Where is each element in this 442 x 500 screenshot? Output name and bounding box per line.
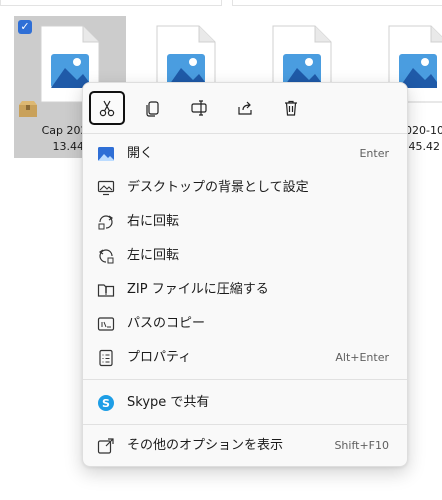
- menu-item-label: その他のオプションを表示: [127, 438, 284, 453]
- rename-icon: [191, 100, 207, 116]
- menu-item-label: プロパティ: [127, 350, 192, 365]
- package-overlay-icon: [19, 101, 37, 117]
- menu-item-copy-path[interactable]: パスのコピー: [89, 309, 401, 339]
- rotate-left-icon: [98, 249, 114, 264]
- image-file-icon: [98, 147, 114, 161]
- menu-item-label: パスのコピー: [127, 316, 206, 331]
- menu-item-compress-zip[interactable]: ZIP ファイルに圧縮する: [89, 275, 401, 305]
- menu-item-accelerator: Enter: [359, 147, 389, 160]
- copy-path-icon: [97, 317, 115, 331]
- copy-icon: [146, 101, 159, 117]
- menu-item-label: ZIP ファイルに圧縮する: [127, 282, 269, 297]
- share-button[interactable]: [227, 91, 263, 125]
- menu-item-open[interactable]: 開く Enter: [89, 139, 401, 169]
- context-menu-toolbar: [89, 91, 401, 129]
- desktop-background-icon: [97, 180, 115, 196]
- share-icon: [238, 101, 252, 115]
- menu-item-label: 左に回転: [127, 248, 180, 263]
- menu-separator: [83, 379, 407, 380]
- skype-icon: S: [98, 395, 114, 411]
- menu-separator: [83, 424, 407, 425]
- cut-button[interactable]: [89, 91, 125, 125]
- previous-row-item: [232, 0, 442, 6]
- menu-item-label: デスクトップの背景として設定: [127, 180, 309, 195]
- menu-separator: [83, 133, 407, 134]
- menu-item-more-options[interactable]: その他のオプションを表示 Shift+F10: [89, 431, 401, 461]
- menu-item-label: 開く: [127, 146, 154, 161]
- rename-button[interactable]: [181, 91, 217, 125]
- scissors-icon: [99, 100, 115, 117]
- checkbox-checked-icon[interactable]: ✓: [18, 20, 32, 34]
- menu-item-rotate-right[interactable]: 右に回転: [89, 207, 401, 237]
- trash-icon: [285, 100, 297, 116]
- rotate-right-icon: [98, 215, 114, 230]
- properties-icon: [99, 349, 113, 367]
- previous-row-strip: [0, 0, 442, 6]
- menu-item-properties[interactable]: プロパティ Alt+Enter: [89, 343, 401, 373]
- previous-row-item: [0, 0, 222, 6]
- menu-item-label: 右に回転: [127, 214, 180, 229]
- menu-item-set-desktop-background[interactable]: デスクトップの背景として設定: [89, 173, 401, 203]
- menu-item-rotate-left[interactable]: 左に回転: [89, 241, 401, 271]
- menu-item-accelerator: Alt+Enter: [335, 351, 389, 364]
- menu-item-share-skype[interactable]: S Skype で共有: [89, 388, 401, 418]
- more-options-icon: [97, 438, 114, 454]
- delete-button[interactable]: [273, 91, 309, 125]
- svg-text:S: S: [102, 397, 110, 410]
- menu-item-accelerator: Shift+F10: [334, 439, 389, 452]
- context-menu: 開く Enter デスクトップの背景として設定 右に回転 左に回転 ZIP ファ…: [82, 82, 408, 467]
- zip-folder-icon: [97, 284, 115, 297]
- menu-item-label: Skype で共有: [127, 395, 210, 410]
- copy-button[interactable]: [135, 91, 171, 125]
